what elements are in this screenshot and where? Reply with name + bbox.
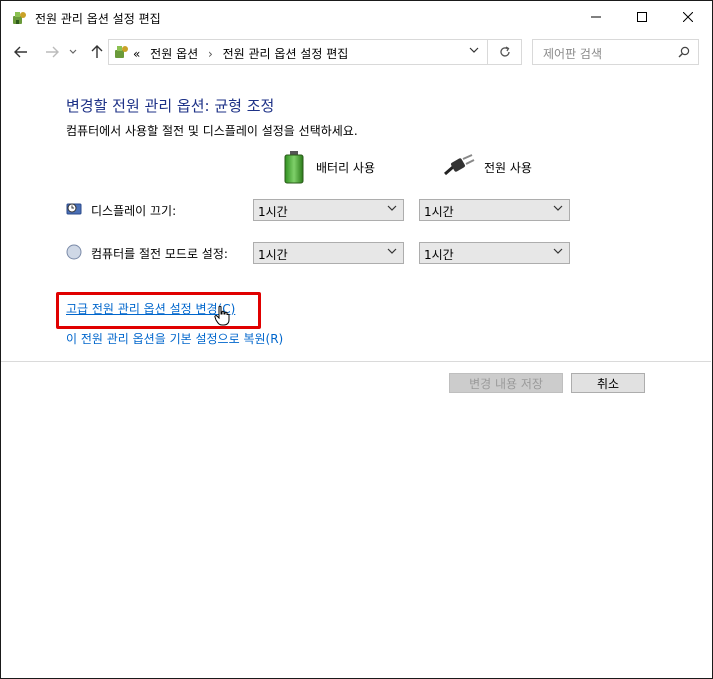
plugged-column-label: 전원 사용 [484, 161, 532, 175]
title-bar[interactable]: 전원 관리 옵션 설정 편집 [1, 1, 712, 33]
battery-column-label: 배터리 사용 [316, 161, 376, 175]
display-off-plugged-select[interactable]: 1시간 [419, 199, 570, 221]
display-off-label: 디스플레이 끄기: [91, 204, 177, 218]
chevron-down-icon [387, 205, 397, 211]
close-icon [683, 12, 693, 22]
refresh-button[interactable] [488, 39, 522, 65]
sleep-mode-battery-select[interactable]: 1시간 [253, 242, 404, 264]
display-clock-icon [66, 203, 82, 215]
sleep-moon-icon [66, 244, 82, 260]
address-dropdown-button[interactable] [469, 45, 479, 56]
breadcrumb-item-power-options[interactable]: 전원 옵션 [150, 47, 198, 61]
restore-defaults-link[interactable]: 이 전원 관리 옵션을 기본 설정으로 복원(R) [66, 330, 283, 347]
up-button[interactable] [87, 42, 107, 62]
power-plug-icon [444, 154, 475, 176]
cancel-button[interactable]: 취소 [571, 373, 645, 393]
power-options-icon [13, 12, 26, 24]
arrow-right-icon [46, 46, 59, 58]
display-off-plugged-value: 1시간 [424, 205, 454, 219]
search-icon [678, 46, 690, 58]
navigation-bar: « 전원 옵션 › 전원 관리 옵션 설정 편집 제어판 검색 [1, 38, 712, 68]
display-off-battery-value: 1시간 [258, 205, 288, 219]
breadcrumb-item-edit-plan[interactable]: 전원 관리 옵션 설정 편집 [223, 47, 349, 61]
power-options-icon [115, 46, 128, 58]
hand-cursor-icon [214, 306, 230, 326]
window-title: 전원 관리 옵션 설정 편집 [35, 12, 161, 26]
maximize-icon [637, 12, 647, 22]
sleep-mode-plugged-select[interactable]: 1시간 [419, 242, 570, 264]
recent-locations-button[interactable] [67, 42, 79, 62]
address-bar[interactable]: « 전원 옵션 › 전원 관리 옵션 설정 편집 [108, 39, 488, 65]
refresh-icon [499, 46, 510, 57]
save-changes-button[interactable]: 변경 내용 저장 [449, 373, 563, 393]
highlight-box [56, 292, 261, 329]
sleep-mode-battery-value: 1시간 [258, 248, 288, 262]
arrow-left-icon [14, 46, 27, 58]
sleep-mode-label: 컴퓨터를 절전 모드로 설정: [91, 247, 228, 261]
minimize-icon [591, 16, 601, 18]
chevron-down-icon [69, 49, 77, 54]
arrow-up-icon [91, 45, 103, 58]
chevron-down-icon [387, 248, 397, 254]
page-subtitle: 컴퓨터에서 사용할 절전 및 디스플레이 설정을 선택하세요. [66, 124, 358, 138]
forward-button[interactable] [42, 42, 62, 62]
search-box[interactable]: 제어판 검색 [532, 39, 699, 65]
breadcrumb: « 전원 옵션 › 전원 관리 옵션 설정 편집 [133, 45, 348, 62]
footer-divider [1, 361, 711, 362]
breadcrumb-separator-icon[interactable]: › [208, 47, 213, 61]
chevron-down-icon [553, 205, 563, 211]
close-button[interactable] [665, 1, 711, 33]
display-off-battery-select[interactable]: 1시간 [253, 199, 404, 221]
search-input[interactable]: 제어판 검색 [543, 45, 602, 62]
chevron-down-icon [469, 47, 479, 53]
maximize-button[interactable] [619, 1, 665, 33]
battery-icon [284, 151, 304, 184]
minimize-button[interactable] [573, 1, 619, 33]
page-title: 변경할 전원 관리 옵션: 균형 조정 [66, 97, 275, 115]
sleep-mode-plugged-value: 1시간 [424, 248, 454, 262]
chevron-down-icon [553, 248, 563, 254]
back-button[interactable] [11, 42, 31, 62]
breadcrumb-overflow[interactable]: « [133, 47, 140, 61]
